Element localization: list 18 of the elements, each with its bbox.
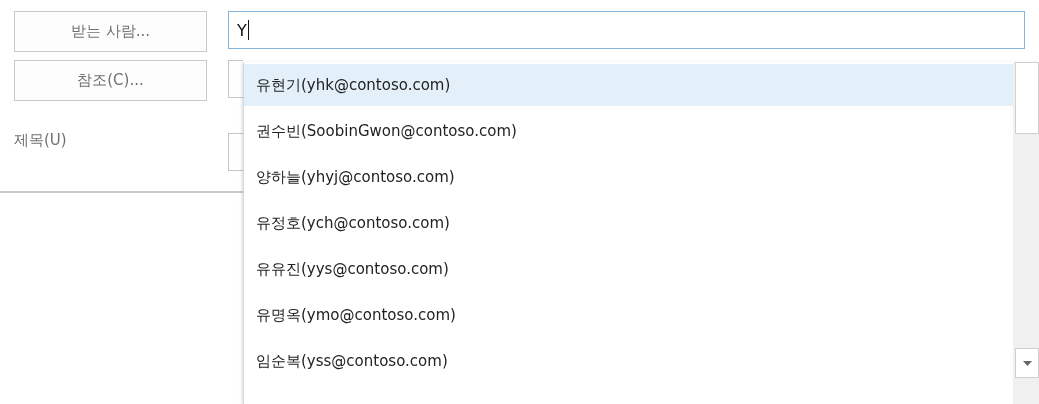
suggestion-item[interactable]: 유명옥(ymo@contoso.com) [244, 294, 1013, 336]
suggestion-item[interactable]: 권수빈(SoobinGwon@contoso.com) [244, 110, 1013, 152]
suggestion-item[interactable]: 임순복(yss@contoso.com) [244, 340, 1013, 382]
down-arrow-icon [1022, 360, 1032, 366]
suggestion-item[interactable]: 양하늘(yhyj@contoso.com) [244, 156, 1013, 198]
to-field[interactable]: Y [228, 11, 1025, 49]
scroll-down-button[interactable] [1015, 348, 1039, 378]
scroll-thumb[interactable] [1015, 62, 1039, 134]
suggestion-item[interactable]: 유현기(yhk@contoso.com) [244, 64, 1013, 106]
scrollbar[interactable] [1013, 62, 1039, 404]
subject-label: 제목(U) [14, 130, 68, 150]
cc-button[interactable]: 참조(C)... [14, 60, 207, 101]
suggestion-item[interactable]: 유유진(yys@contoso.com) [244, 248, 1013, 290]
text-cursor [247, 20, 249, 40]
to-button[interactable]: 받는 사람... [14, 11, 207, 52]
suggestion-item[interactable]: 유정호(ych@contoso.com) [244, 202, 1013, 244]
subject-field[interactable] [228, 133, 243, 171]
cc-field[interactable] [228, 60, 243, 98]
